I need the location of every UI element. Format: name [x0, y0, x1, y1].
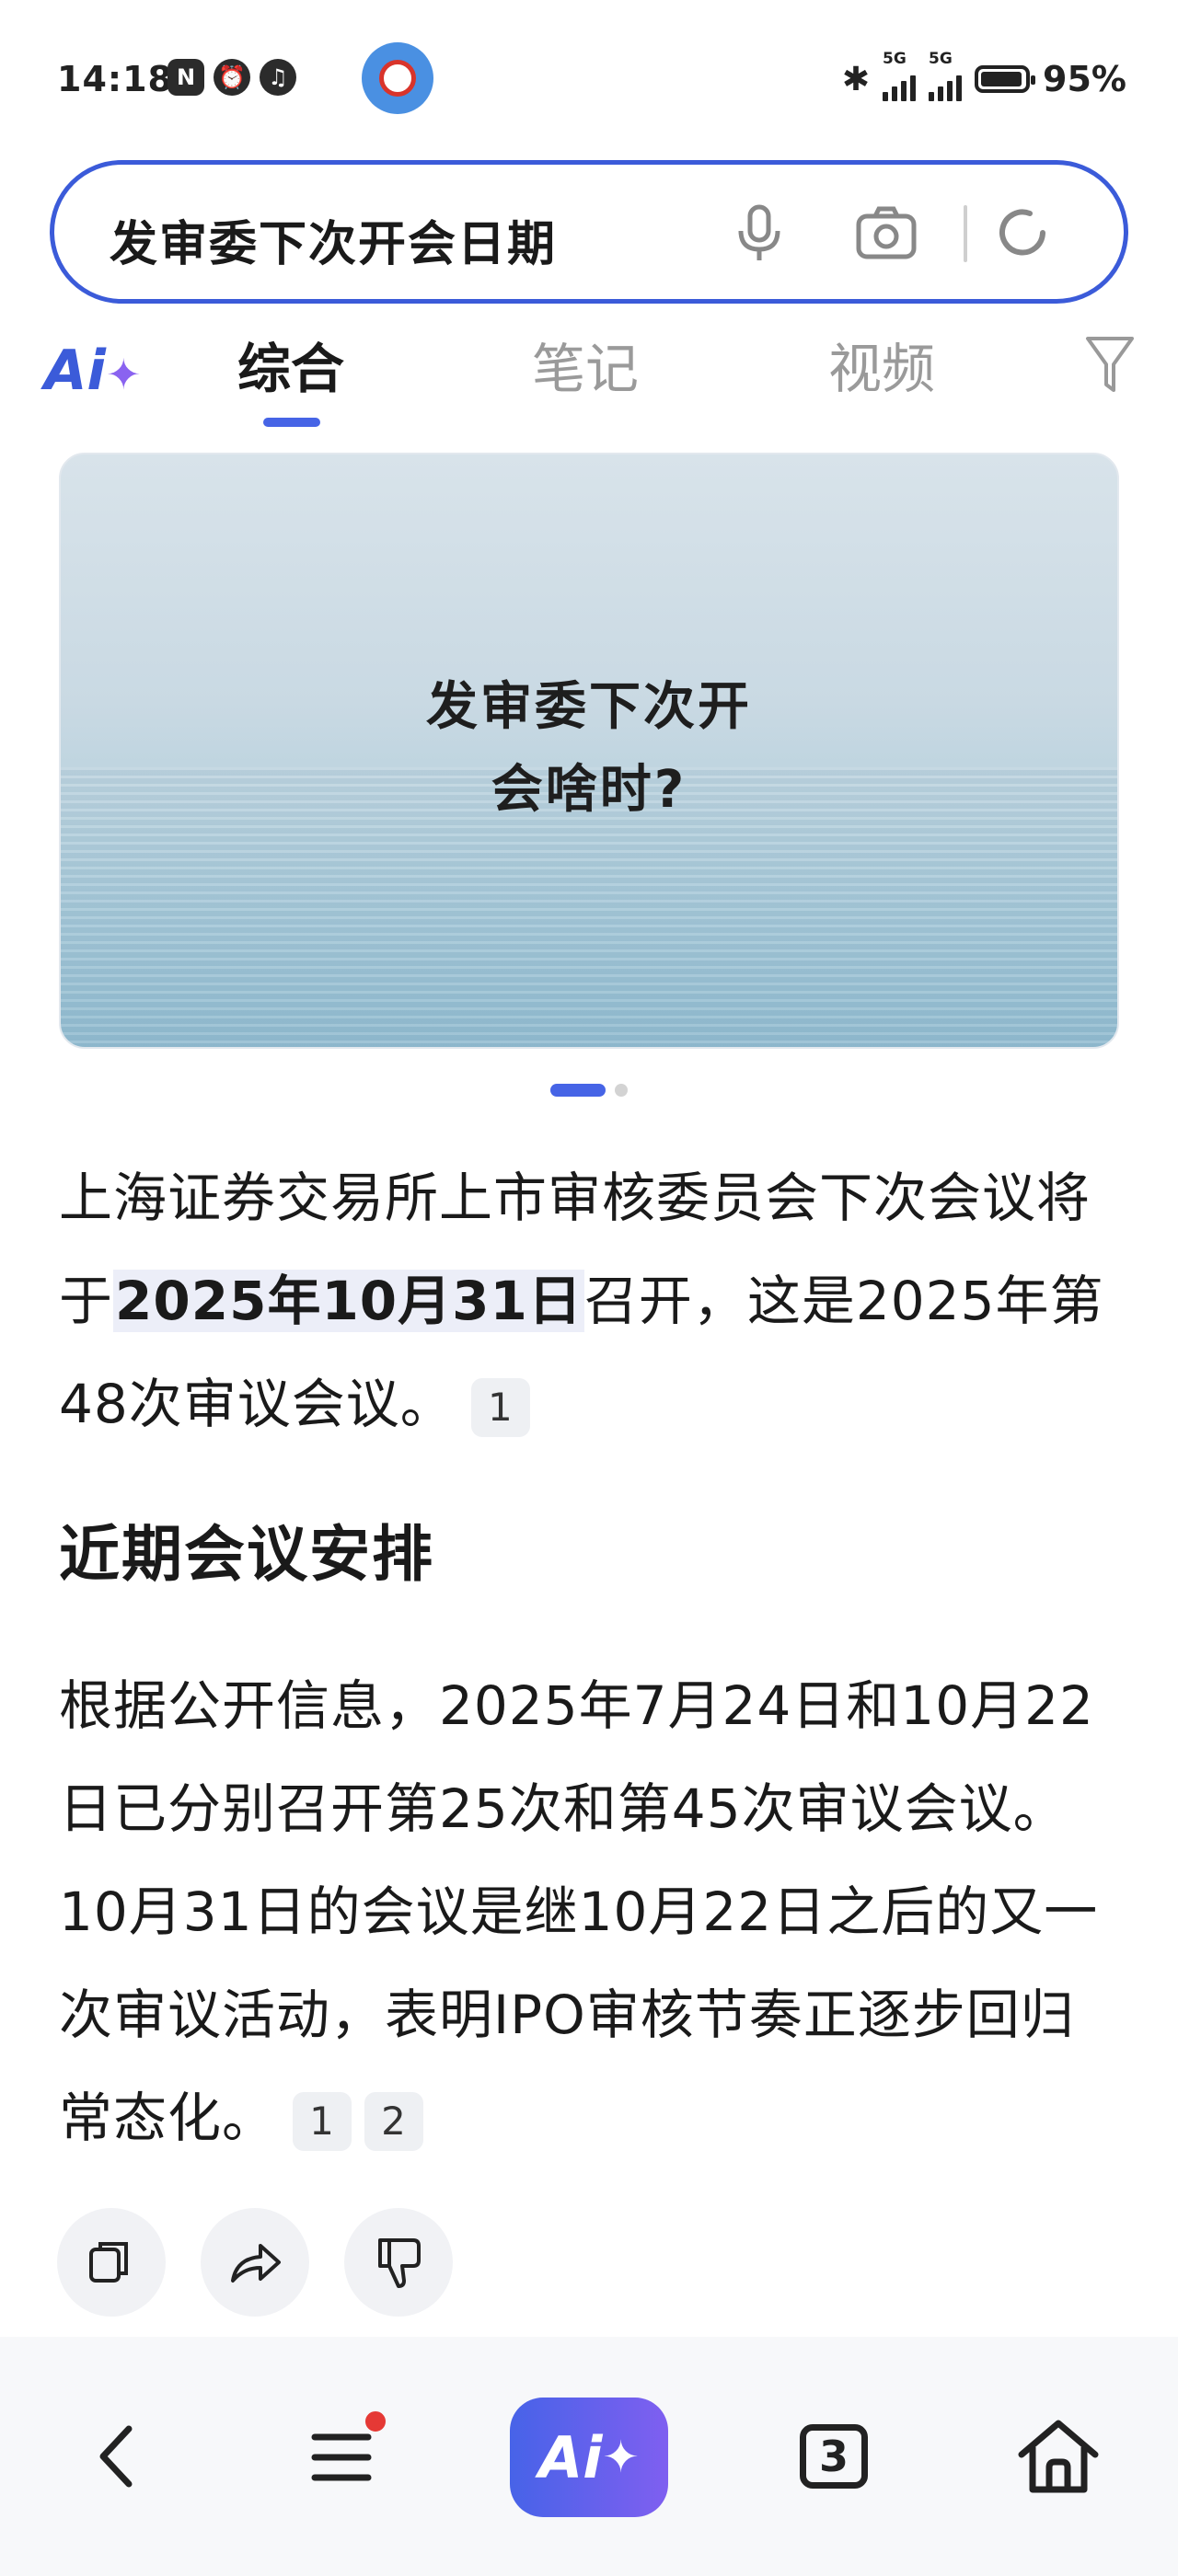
camera-icon[interactable] [853, 200, 919, 266]
filter-icon[interactable] [1082, 329, 1138, 399]
status-icons-right: ✱ 5G 5G 95% [841, 50, 1126, 101]
status-icons-left: N ⏰ ♫ [167, 59, 296, 96]
menu-button[interactable] [287, 2401, 398, 2512]
result-tabs: Ai✦ 综合 笔记 视频 [0, 313, 1178, 432]
answer-paragraph-1: 上海证券交易所上市审核委员会下次会议将于2025年10月31日召开，这是2025… [59, 1167, 1104, 1437]
status-time: 14:18 [57, 59, 173, 99]
share-button[interactable] [201, 2208, 309, 2317]
tab-video[interactable]: 视频 [828, 326, 935, 403]
hero-image-card[interactable]: 发审委下次开 会啥时? [59, 453, 1119, 1049]
search-input[interactable]: 发审委下次开会日期 [110, 205, 557, 274]
ai-assistant-button[interactable]: Ai ✦ [510, 2398, 668, 2517]
status-bar: 14:18 N ⏰ ♫ ✱ 5G 5G 95% [0, 0, 1178, 156]
carousel-dot-active[interactable] [550, 1084, 606, 1097]
citation-badge[interactable]: 2 [364, 2091, 424, 2151]
railway-app-icon [362, 42, 433, 114]
menu-icon [311, 2433, 372, 2481]
citation-badge[interactable]: 1 [293, 2091, 352, 2151]
carousel-dot[interactable] [615, 1084, 628, 1097]
hero-title: 发审委下次开 会啥时? [426, 677, 752, 820]
notification-dot [363, 2409, 388, 2434]
section-heading: 近期会议安排 [59, 1519, 434, 1590]
back-button[interactable] [61, 2401, 171, 2512]
signal-icon-2: 5G [929, 50, 963, 101]
answer-paragraph-2: 根据公开信息，2025年7月24日和10月22日已分别召开第25次和第45次审议… [59, 1674, 1099, 2151]
search-bar[interactable]: 发审委下次开会日期 [50, 160, 1128, 304]
nfc-icon: N [167, 59, 204, 96]
dislike-button[interactable] [344, 2208, 453, 2317]
search-divider [964, 205, 967, 262]
share-icon [231, 2244, 281, 2283]
home-icon [1018, 2420, 1099, 2493]
sparkle-icon: ✦ [602, 2432, 640, 2483]
back-arrow-icon [99, 2425, 133, 2488]
bottom-navigation: Ai ✦ 3 [0, 2337, 1178, 2576]
tab-comprehensive[interactable]: 综合 [237, 326, 344, 403]
battery-percent: 95% [1043, 59, 1126, 99]
tab-count: 3 [800, 2424, 868, 2489]
active-tab-indicator [263, 418, 320, 427]
copy-button[interactable] [57, 2208, 166, 2317]
tab-notes[interactable]: 笔记 [532, 326, 639, 403]
highlighted-date: 2025年10月31日 [113, 1270, 584, 1332]
signal-icon-1: 5G [883, 50, 917, 101]
answer-actions [57, 2208, 453, 2317]
alarm-icon: ⏰ [214, 59, 250, 96]
home-button[interactable] [1003, 2401, 1114, 2512]
mic-icon[interactable] [726, 200, 792, 266]
refresh-icon[interactable] [989, 200, 1056, 266]
audio-icon: ♫ [260, 59, 296, 96]
carousel-indicator [0, 1084, 1178, 1097]
citation-badge[interactable]: 1 [470, 1377, 530, 1437]
copy-icon [89, 2242, 128, 2283]
ai-logo[interactable]: Ai✦ [44, 339, 142, 403]
tabs-button[interactable]: 3 [779, 2401, 889, 2512]
bluetooth-icon: ✱ [841, 60, 871, 98]
dislike-icon [378, 2238, 421, 2288]
battery-icon [975, 65, 1036, 93]
sparkle-icon: ✦ [106, 350, 142, 399]
